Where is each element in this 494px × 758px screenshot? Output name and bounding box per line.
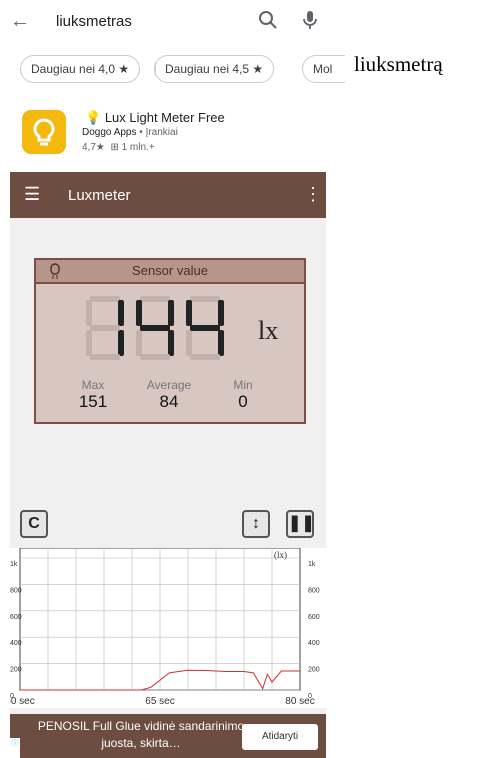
digit-0-segment-g [90, 325, 120, 331]
y-tick-label-left: 800 [10, 587, 22, 594]
sensor-value-label: Sensor value [132, 263, 208, 278]
digit-2-segment-a [190, 296, 220, 302]
y-tick-label-right: 1k [308, 561, 316, 568]
stat-average-value: 84 [159, 392, 179, 411]
digit-2-segment-b [218, 300, 224, 326]
developer-name: Doggo Apps [82, 127, 137, 138]
refresh-icon[interactable]: C [20, 510, 48, 538]
bulb-icon: 💡 [85, 110, 102, 125]
menu-icon: ☰ [24, 184, 41, 204]
app-category: Įrankiai [145, 127, 178, 138]
app-icon[interactable] [22, 110, 66, 154]
x-tick-label: 65 sec [145, 696, 174, 707]
digit-1-segment-c [168, 330, 174, 356]
ad-text: PENOSIL Full Glue vidinė sandarinimo juo… [37, 719, 245, 750]
stat-average: Average 84 [134, 378, 204, 412]
digit-2-segment-d [190, 354, 220, 360]
y-tick-label-right: 400 [308, 640, 320, 647]
y-tick-label-right: 600 [308, 614, 320, 621]
digit-0-segment-b [118, 300, 124, 326]
stat-max: Max 151 [58, 378, 128, 412]
microphone-icon[interactable] [300, 9, 320, 36]
y-tick-label-left: 600 [10, 614, 22, 621]
x-tick-label: 50 sec [10, 696, 35, 707]
digit-0-segment-a [90, 296, 120, 302]
lux-unit: lx [258, 316, 279, 345]
digit-2-segment-g [190, 325, 220, 331]
digit-1-segment-b [168, 300, 174, 326]
digit-1-segment-d [140, 354, 170, 360]
ad-open-button[interactable]: Atidaryti [242, 724, 318, 750]
y-tick-label-left: 400 [10, 640, 22, 647]
app-downloads: ⊞ 1 mln.+ [110, 142, 155, 153]
x-tick-label: 80 sec [285, 696, 314, 707]
y-tick-label-right: 800 [308, 587, 320, 594]
pause-icon[interactable]: ❚❚ [286, 510, 315, 538]
y-tick-label-left: 200 [10, 667, 22, 674]
app-rating-row: 4,7★ ⊞ 1 mln.+ [82, 142, 155, 153]
app-screenshot[interactable]: ☰ Luxmeter ⋮ Sensor value lx Max 151 Ave… [5, 172, 326, 758]
unit-label: (lx) [274, 550, 287, 560]
stat-average-label: Average [146, 378, 192, 392]
stat-max-label: Max [81, 378, 105, 392]
filter-chip-rating-4-5[interactable]: Daugiau nei 4,5 ★ [154, 55, 275, 83]
filter-chip-rating-4-0[interactable]: Daugiau nei 4,0 ★ [20, 55, 141, 83]
app-rating: 4,7★ [82, 142, 105, 153]
digit-1-segment-a [140, 296, 170, 302]
stat-min-label: Min [233, 378, 253, 392]
digit-1-segment-e [136, 330, 142, 356]
search-icon[interactable] [258, 10, 278, 35]
digit-2-segment-e [186, 330, 192, 356]
ad-banner[interactable]: ⓘ PENOSIL Full Glue vidinė sandarinimo j… [10, 714, 326, 758]
side-label: liuksmetrą [354, 52, 443, 76]
y-tick-label-right: 200 [308, 667, 320, 674]
digit-0-segment-f [86, 300, 92, 326]
more-vert-icon: ⋮ [304, 184, 322, 204]
digit-0-segment-c [118, 330, 124, 356]
sensor-panel-header: Sensor value [36, 260, 304, 284]
chart-background [10, 548, 326, 708]
digit-0-segment-d [90, 354, 120, 360]
ad-info-icon[interactable]: ⓘ [10, 738, 20, 758]
app-developer-row: Doggo Apps • Įrankiai [82, 127, 178, 138]
digit-0-segment-e [86, 330, 92, 356]
chip-divider [155, 62, 156, 76]
chart-svg: 1k1k80080060060040040020020000(lx)50 sec… [5, 547, 326, 708]
digit-2-segment-c [218, 330, 224, 356]
stat-min: Min 0 [208, 378, 278, 412]
app-bar-title: Luxmeter [68, 187, 131, 204]
app-bar: ☰ Luxmeter ⋮ [10, 172, 326, 218]
app-name: Lux Light Meter Free [104, 110, 225, 125]
digit-2-segment-f [186, 300, 192, 326]
sort-list-icon[interactable]: ↕ [242, 510, 270, 538]
lux-history-chart: 1k1k80080060060040040020020000(lx)50 sec… [5, 547, 326, 708]
dot-separator: • [136, 127, 146, 138]
stat-max-value: 151 [78, 392, 108, 411]
filter-chip-more[interactable]: Mol [302, 55, 345, 83]
digit-1-segment-g [140, 325, 170, 331]
back-arrow-icon[interactable]: ← [10, 10, 30, 33]
digit-1-segment-f [136, 300, 142, 326]
app-title[interactable]: 💡 Lux Light Meter Free [85, 110, 225, 126]
sensor-panel: Sensor value lx Max 151 Average 84 Min 0 [34, 258, 306, 424]
stat-min-value: 0 [238, 392, 248, 411]
seven-segment-display [86, 296, 224, 360]
search-input[interactable]: liuksmetras [56, 13, 132, 30]
y-tick-label-left: 1k [10, 561, 18, 568]
